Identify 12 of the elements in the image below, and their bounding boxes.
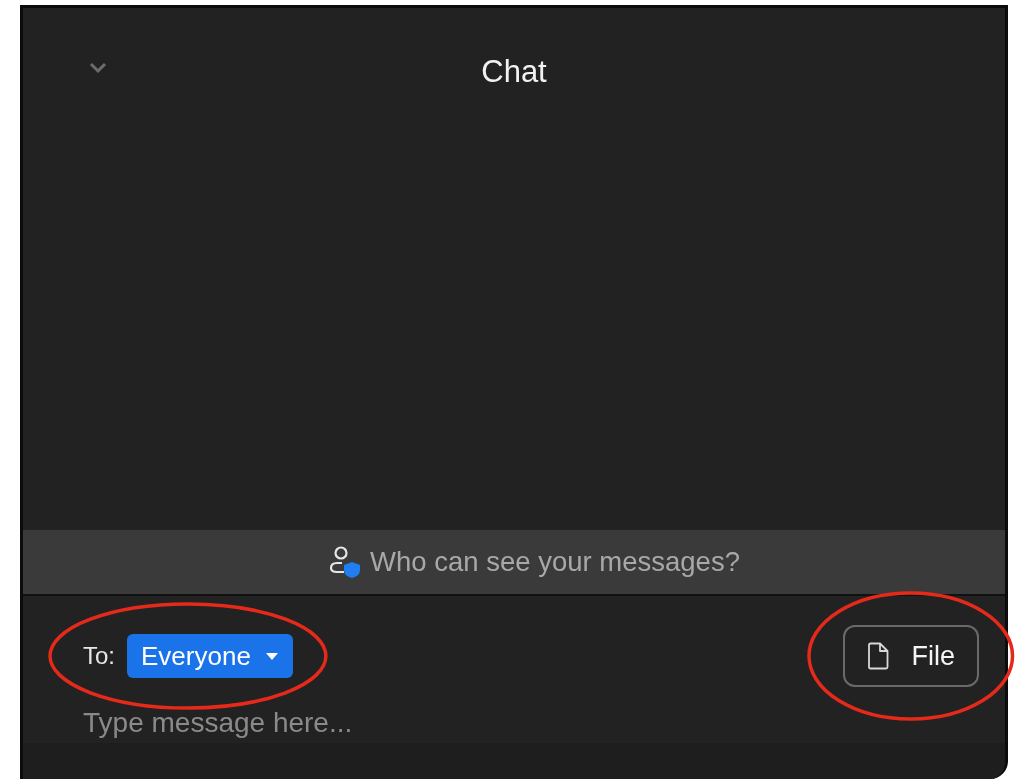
banner-text: Who can see your messages? bbox=[370, 546, 740, 578]
chevron-down-icon bbox=[89, 62, 107, 74]
person-shield-icon bbox=[328, 545, 363, 579]
file-button[interactable]: File bbox=[843, 625, 979, 687]
to-label: To: bbox=[83, 642, 115, 670]
caret-down-icon bbox=[264, 651, 279, 661]
recipient-dropdown[interactable]: Everyone bbox=[127, 634, 293, 678]
panel-title: Chat bbox=[481, 53, 547, 91]
collapse-button[interactable] bbox=[89, 62, 107, 74]
privacy-banner[interactable]: Who can see your messages? bbox=[23, 530, 1005, 596]
document-icon bbox=[867, 642, 890, 670]
message-field[interactable]: Type message here... bbox=[83, 703, 683, 743]
